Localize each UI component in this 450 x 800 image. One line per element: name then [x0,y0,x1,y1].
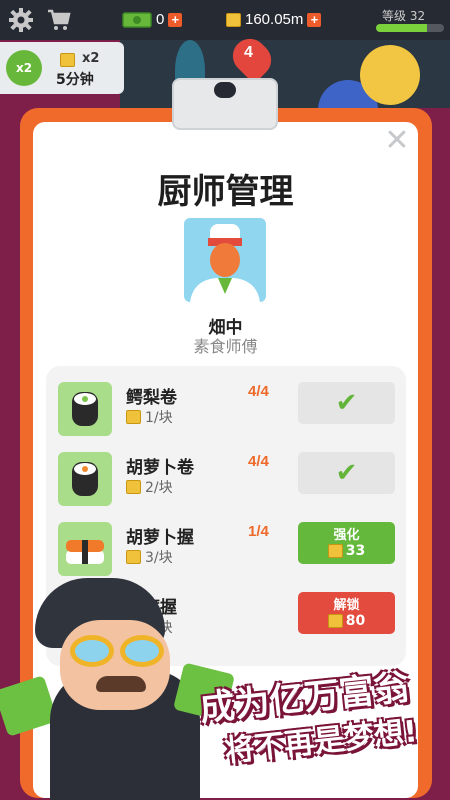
gold-value: 160.05m [245,11,304,28]
maxed-indicator: ✔ [298,452,395,494]
gear-icon[interactable] [8,8,34,32]
chef-title: 素食师傅 [193,337,258,356]
dish-name: 胡萝卜握 [126,528,194,548]
shopping-cart-icon[interactable] [46,8,72,32]
close-button[interactable]: ✕ [382,126,412,156]
dish-name: 胡萝卜卷 [126,458,194,478]
carrot-roll-icon [58,452,112,506]
dish-price: 1/块 [126,407,173,427]
dish-price-value: 2/块 [145,480,173,496]
upgrade-label: 强化 [333,527,360,543]
level-progress-bar [376,24,444,32]
gold-bar-icon [226,12,241,27]
customer-character-head [360,45,420,105]
add-cash-button[interactable]: + [168,12,183,27]
gold-bar-icon [126,550,141,564]
dish-price: 3/块 [126,547,173,567]
x2-boost-icon: x2 [6,50,42,86]
cash-icon [122,11,152,28]
goggle-lens [70,635,114,667]
upgrade-cost-value: 33 [345,542,366,559]
unlock-cost-value: 80 [345,612,366,629]
upgrade-button[interactable]: 强化 33 [298,522,395,564]
cash-display: 0 + [122,11,183,28]
chef-portrait-icon [190,224,260,302]
dish-row: 胡萝卜握 3/块 1/4 强化 33 [58,520,398,576]
level-progress-fill [376,24,427,32]
unlock-button[interactable]: 解锁 80 [298,592,395,634]
carrot-nigiri-icon [58,522,112,576]
unlock-label: 解锁 [333,597,360,613]
gold-bar-icon [327,613,343,628]
boost-duration: 5分钟 [56,72,94,88]
chef-avatar [184,218,266,302]
goggles-icon [70,635,170,669]
add-gold-button[interactable]: + [307,12,322,27]
dish-row: 鳄梨卷 1/块 4/4 ✔ [58,380,398,436]
dish-row: 胡萝卜卷 2/块 4/4 ✔ [58,450,398,506]
map-pin-number: 4 [244,44,253,61]
dish-level: 1/4 [248,523,269,540]
upgrade-cost: 33 [327,542,366,559]
gold-bar-icon [126,410,141,424]
dish-level: 4/4 [248,453,269,470]
gold-display: 160.05m + [226,11,322,28]
dialog-title: 厨师管理 [157,172,294,212]
gold-bar-icon [126,480,141,494]
dish-level: 4/4 [248,383,269,400]
goggle-lens [120,635,164,667]
top-bar: 0 + 160.05m + 等级 32 [0,0,450,40]
avocado-roll-icon [58,382,112,436]
unlock-cost: 80 [327,612,366,629]
dish-name: 鳄梨卷 [126,388,177,408]
dish-price-value: 1/块 [145,410,173,426]
gold-bar-icon [60,53,75,67]
boost-card[interactable]: x2 x2 5分钟 [0,42,124,94]
maxed-indicator: ✔ [298,382,395,424]
dish-price-value: 3/块 [145,550,173,566]
level-label: 等级 32 [382,9,426,23]
checkmark-icon: ✔ [335,458,358,488]
gold-bar-icon [327,543,343,558]
boost-multiplier: x2 [82,51,100,66]
clipboard-hole [214,82,236,98]
cash-value: 0 [156,11,165,28]
mustache [96,676,146,692]
dish-price: 2/块 [126,477,173,497]
checkmark-icon: ✔ [335,388,358,418]
